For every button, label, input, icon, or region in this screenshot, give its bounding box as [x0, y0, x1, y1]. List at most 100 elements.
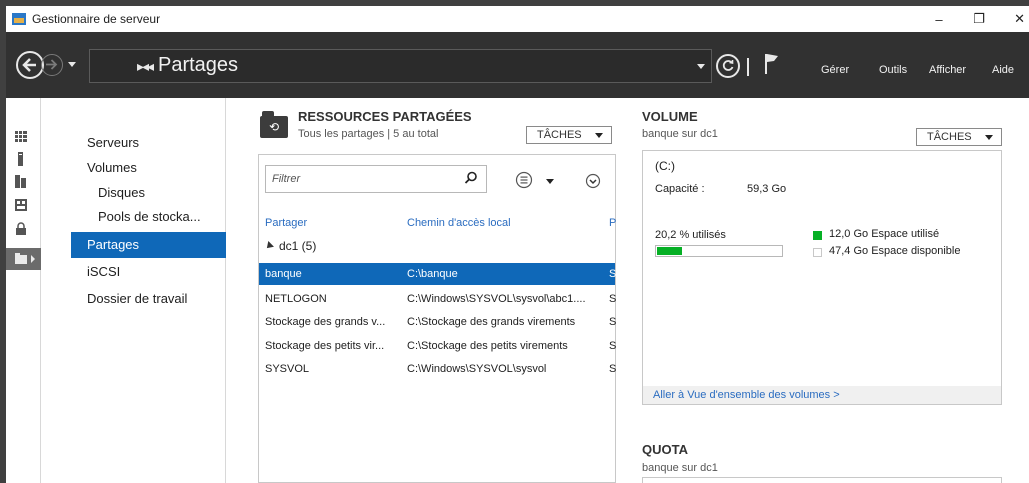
menu-help[interactable]: Aide: [992, 64, 1014, 76]
usage-bar: [655, 245, 783, 257]
volume-title: VOLUME: [642, 109, 698, 124]
volumes-overview-link[interactable]: Aller à Vue d'ensemble des volumes >: [643, 386, 1001, 404]
refresh-button[interactable]: [716, 54, 740, 78]
tasks-label: TÂCHES: [927, 131, 972, 143]
share-protocol: S: [609, 268, 617, 280]
tasks-label: TÂCHES: [537, 129, 582, 141]
column-header-local-path[interactable]: Chemin d'accès local: [407, 217, 511, 229]
shared-folder-icon: ⟲: [260, 111, 288, 138]
minimize-button[interactable]: –: [919, 6, 959, 32]
notifications-flag-icon[interactable]: [764, 52, 780, 76]
arrow-right-icon: [46, 59, 58, 70]
filter-input[interactable]: [266, 166, 456, 192]
quota-subtitle: banque sur dc1: [642, 462, 718, 474]
menu-view[interactable]: Afficher: [929, 64, 966, 76]
free-legend-swatch: [813, 248, 822, 257]
shares-subtitle: Tous les partages | 5 au total: [298, 128, 439, 140]
section-icon-strip: [6, 98, 41, 483]
volume-tasks-button[interactable]: TÂCHES: [916, 128, 1002, 146]
shares-section-active[interactable]: [6, 248, 41, 270]
nav-volumes[interactable]: Volumes: [41, 155, 226, 181]
collapse-triangle-icon: [264, 241, 274, 251]
history-dropdown-icon[interactable]: [68, 62, 76, 67]
expand-icon[interactable]: [585, 173, 601, 189]
file-services-icon[interactable]: [14, 198, 28, 212]
breadcrumb: ▸◂◂ Partages: [89, 49, 712, 83]
table-row[interactable]: Stockage des grands v... C:\Stockage des…: [259, 311, 616, 333]
table-row[interactable]: NETLOGON C:\Windows\SYSVOL\sysvol\abc1..…: [259, 288, 616, 310]
nav-servers[interactable]: Serveurs: [41, 130, 226, 156]
shares-folder-icon: [15, 253, 27, 264]
all-servers-icon[interactable]: [14, 174, 28, 188]
arrow-left-icon: [22, 58, 36, 72]
share-name: Stockage des grands v...: [265, 316, 386, 328]
chevron-right-icon: [31, 255, 35, 263]
volume-subtitle: banque sur dc1: [642, 128, 718, 140]
nav-disks[interactable]: Disques: [41, 180, 226, 206]
menu-manage[interactable]: Gérer: [821, 64, 849, 76]
usage-bar-fill: [657, 247, 682, 255]
nav-storage-pools[interactable]: Pools de stocka...: [41, 204, 226, 230]
list-view-dropdown-icon[interactable]: [546, 179, 554, 184]
toolbar-separator: [747, 58, 749, 76]
table-row[interactable]: SYSVOL C:\Windows\SYSVOL\sysvol S: [259, 358, 616, 380]
forward-button[interactable]: [41, 54, 63, 76]
share-name: SYSVOL: [265, 363, 310, 375]
breadcrumb-current: Partages: [158, 54, 239, 76]
search-icon[interactable]: [464, 171, 478, 185]
breadcrumb-dropdown-icon[interactable]: [697, 64, 705, 69]
restore-button[interactable]: ❐: [959, 6, 999, 32]
chevron-down-icon: [985, 135, 993, 140]
navigation-bar: ▸◂◂ Partages Gérer Outils Afficher Aide: [6, 32, 1029, 98]
share-path: C:\banque: [407, 268, 458, 280]
share-protocol: S: [609, 363, 617, 375]
group-header-dc1[interactable]: dc1 (5): [264, 239, 317, 253]
share-protocol: S: [609, 340, 617, 352]
quota-details: [642, 477, 1002, 483]
share-protocol: S: [609, 316, 617, 328]
column-header-share[interactable]: Partager: [265, 217, 307, 229]
share-protocol: S: [609, 293, 617, 305]
volume-panel: VOLUME banque sur dc1 TÂCHES (C:) Capaci…: [638, 98, 1008, 483]
nav-shares[interactable]: Partages: [71, 232, 226, 258]
share-name: Stockage des petits vir...: [265, 340, 385, 352]
capacity-label: Capacité :: [655, 183, 705, 195]
filter-box: [265, 165, 487, 193]
volume-drive: (C:): [655, 159, 675, 173]
capacity-value: 59,3 Go: [747, 183, 787, 195]
used-legend-label: 12,0 Go Espace utilisé: [829, 228, 940, 240]
dashboard-icon[interactable]: [14, 130, 28, 144]
table-row[interactable]: banque C:\banque S: [259, 263, 616, 285]
menu-tools[interactable]: Outils: [879, 64, 907, 76]
volume-details: (C:) Capacité : 59,3 Go 20,2 % utilisés …: [642, 150, 1002, 405]
refresh-icon: [722, 60, 734, 71]
used-legend-swatch: [813, 231, 822, 240]
table-row[interactable]: Stockage des petits vir... C:\Stockage d…: [259, 335, 616, 357]
free-legend-label: 47,4 Go Espace disponible: [829, 245, 961, 257]
shares-panel: ⟲ RESSOURCES PARTAGÉES Tous les partages…: [254, 98, 616, 483]
quota-title: QUOTA: [642, 442, 688, 457]
server-manager-window: Gestionnaire de serveur – ❐ ✕ ▸◂◂ Partag…: [6, 6, 1029, 483]
file-services-nav: Serveurs Volumes Disques Pools de stocka…: [41, 98, 226, 483]
nav-iscsi[interactable]: iSCSI: [41, 259, 226, 285]
nav-work-folders[interactable]: Dossier de travail: [41, 286, 226, 312]
shares-title: RESSOURCES PARTAGÉES: [298, 109, 472, 124]
share-name: banque: [265, 268, 302, 280]
close-button[interactable]: ✕: [999, 6, 1029, 32]
shares-list: Partager Chemin d'accès local P dc1 (5) …: [258, 154, 616, 483]
group-label: dc1 (5): [279, 239, 317, 253]
shares-tasks-button[interactable]: TÂCHES: [526, 126, 612, 144]
list-view-icon[interactable]: [515, 171, 533, 189]
back-button[interactable]: [16, 51, 44, 79]
used-percent: 20,2 % utilisés: [655, 229, 726, 241]
share-name: NETLOGON: [265, 293, 327, 305]
share-path: C:\Stockage des grands virements: [407, 316, 576, 328]
storage-lock-icon[interactable]: [14, 222, 28, 236]
share-path: C:\Stockage des petits virements: [407, 340, 568, 352]
title-bar: Gestionnaire de serveur – ❐ ✕: [6, 6, 1029, 32]
share-path: C:\Windows\SYSVOL\sysvol\abc1....: [407, 293, 586, 305]
chevron-down-icon: [595, 133, 603, 138]
local-server-icon[interactable]: [14, 152, 28, 166]
column-header-protocol[interactable]: P: [609, 217, 616, 229]
breadcrumb-arrow-icon: ▸◂◂: [137, 58, 154, 74]
